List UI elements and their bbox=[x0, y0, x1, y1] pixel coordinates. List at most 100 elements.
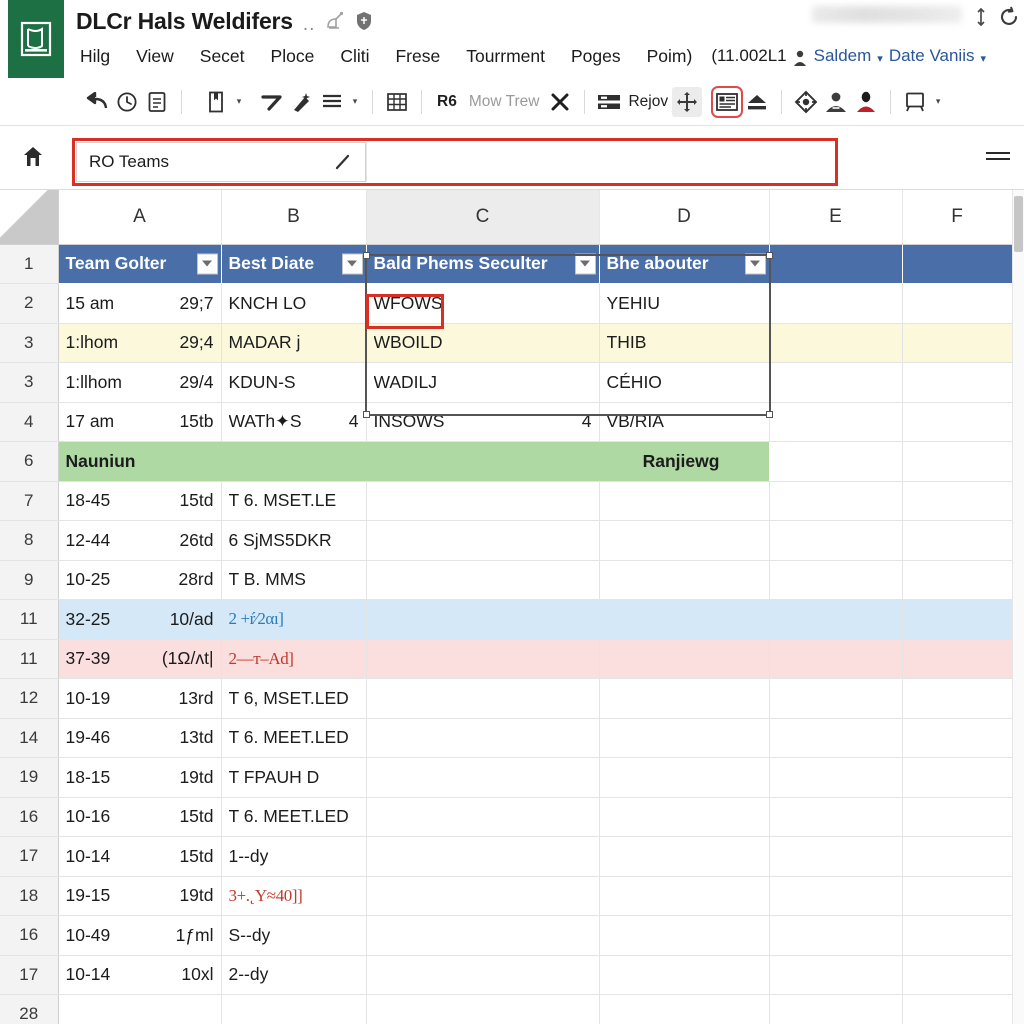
cell-a[interactable]: 1:lhom 29;4 bbox=[58, 323, 222, 363]
cell-b[interactable]: 2 +ŕ⁄2αı] bbox=[221, 599, 367, 640]
cell-f[interactable] bbox=[902, 639, 1013, 679]
cell-c[interactable]: WBOILD bbox=[366, 323, 600, 363]
cell-f[interactable] bbox=[902, 836, 1013, 877]
column-header-a[interactable]: A bbox=[58, 190, 222, 245]
menu-item-6[interactable]: Tourrment bbox=[453, 46, 558, 67]
cell-b[interactable]: 6 SјMS5DKR bbox=[221, 520, 367, 561]
cell-e[interactable] bbox=[769, 402, 903, 442]
row-header[interactable]: 3 bbox=[0, 323, 59, 363]
cell-c[interactable] bbox=[366, 718, 600, 758]
user-group-icon[interactable] bbox=[821, 87, 851, 117]
cell-a[interactable]: 12-44 26td bbox=[58, 520, 222, 561]
row-header[interactable]: 2 bbox=[0, 283, 59, 324]
chevron-down-icon-board[interactable]: ▾ bbox=[930, 88, 946, 116]
cell-e[interactable] bbox=[769, 678, 903, 719]
cell-a[interactable]: 37-39 (1Ω/ʌt| bbox=[58, 639, 222, 679]
sort-updown-icon[interactable] bbox=[970, 6, 992, 28]
row-header[interactable]: 18 bbox=[0, 876, 59, 916]
menu-item-7[interactable]: Poges bbox=[558, 46, 634, 67]
row-header[interactable]: 1 bbox=[0, 244, 59, 284]
cell-f[interactable] bbox=[902, 481, 1013, 521]
column-header-d[interactable]: D bbox=[599, 190, 770, 245]
cell-e[interactable] bbox=[769, 915, 903, 956]
cell-f[interactable] bbox=[902, 955, 1013, 995]
cell-b[interactable]: S--dy bbox=[221, 915, 367, 956]
cell-c[interactable] bbox=[366, 955, 600, 995]
cell-c[interactable] bbox=[366, 757, 600, 798]
cell-e[interactable] bbox=[769, 757, 903, 798]
table-row[interactable]: 6 Nauniun Ranјiewg bbox=[0, 441, 1013, 482]
cell-b[interactable]: 3+.˛Y≈40]] bbox=[221, 876, 367, 916]
cell-a[interactable]: 17 am 15tb bbox=[58, 402, 222, 442]
row-header[interactable]: 19 bbox=[0, 757, 59, 798]
bookmark-icon[interactable] bbox=[201, 87, 231, 117]
cell-b[interactable]: KDUN-S bbox=[221, 362, 367, 403]
chevron-down-icon-2[interactable]: ▾ bbox=[981, 52, 987, 65]
cell-d[interactable] bbox=[599, 994, 770, 1024]
cell-d[interactable] bbox=[599, 915, 770, 956]
filter-dropdown-icon[interactable] bbox=[574, 253, 596, 275]
table-row[interactable]: 8 12-44 26td 6 SјMS5DKR bbox=[0, 520, 1013, 561]
table-header-cell-c[interactable]: Bald Phems Seculter bbox=[366, 244, 600, 284]
cell-e[interactable] bbox=[769, 599, 903, 640]
list-rows-icon[interactable] bbox=[594, 87, 624, 117]
table-row[interactable]: 3 1:llhom 29/4 KDUN-S WADILJ CÉHIO bbox=[0, 362, 1013, 403]
arrow-nav-icon[interactable] bbox=[257, 87, 287, 117]
table-row[interactable]: 3 1:lhom 29;4 MADAR j WBOILD THIB bbox=[0, 323, 1013, 363]
cell-f[interactable] bbox=[902, 402, 1013, 442]
home-icon[interactable] bbox=[22, 145, 44, 169]
cell-b[interactable] bbox=[221, 994, 367, 1024]
cell-c[interactable]: WFOWS bbox=[366, 283, 600, 324]
menu-item-8[interactable]: Poim) bbox=[634, 46, 706, 67]
cell-e[interactable] bbox=[769, 955, 903, 995]
table-row[interactable]: 11 37-39 (1Ω/ʌt| 2—т–Ad] bbox=[0, 639, 1013, 679]
cell-e[interactable] bbox=[769, 441, 903, 482]
cell-f[interactable] bbox=[902, 718, 1013, 758]
empty-cell-f[interactable] bbox=[902, 244, 1013, 284]
table-row[interactable]: 18 19-15 19td 3+.˛Y≈40]] bbox=[0, 876, 1013, 916]
cell-b[interactable]: 1--dy bbox=[221, 836, 367, 877]
cell-b[interactable]: WATh✦S 4 bbox=[221, 402, 367, 442]
row-header[interactable]: 11 bbox=[0, 599, 59, 640]
cell-d[interactable] bbox=[599, 797, 770, 837]
table-row[interactable]: 2 15 am 29;7 KNCH LO WFOWS YEHIU bbox=[0, 283, 1013, 324]
clipboard-icon[interactable] bbox=[142, 87, 172, 117]
cell-d[interactable] bbox=[599, 678, 770, 719]
cell-e[interactable] bbox=[769, 481, 903, 521]
cell-d[interactable] bbox=[599, 757, 770, 798]
note-lines-icon[interactable] bbox=[711, 85, 744, 118]
cell-d[interactable] bbox=[599, 876, 770, 916]
cell-f[interactable] bbox=[902, 994, 1013, 1024]
cell-d[interactable] bbox=[599, 599, 770, 640]
cell-c[interactable] bbox=[366, 915, 600, 956]
table-row[interactable]: 17 10-14 10хl 2--dy bbox=[0, 955, 1013, 995]
cell-b[interactable]: KNCH LO bbox=[221, 283, 367, 324]
cell-b[interactable]: T B. MMS bbox=[221, 560, 367, 600]
cell-c[interactable] bbox=[366, 441, 599, 482]
cell-b[interactable]: 2—т–Ad] bbox=[221, 639, 367, 679]
table-header-cell-d[interactable]: Bhe abouter bbox=[599, 244, 770, 284]
cell-c[interactable] bbox=[366, 520, 600, 561]
cell-e[interactable] bbox=[769, 994, 903, 1024]
cell-b[interactable]: T FPAUH D bbox=[221, 757, 367, 798]
table-row[interactable]: 17 10-14 15td 1--dy bbox=[0, 836, 1013, 877]
cell-b[interactable]: 2--dy bbox=[221, 955, 367, 995]
menu-link-date-vaniis[interactable]: Date Vaniis bbox=[889, 46, 975, 66]
filter-dropdown-icon[interactable] bbox=[196, 253, 218, 275]
cell-f[interactable] bbox=[902, 599, 1013, 640]
target-diamond-icon[interactable] bbox=[791, 87, 821, 117]
cell-b[interactable]: T 6. MSET.LE bbox=[221, 481, 367, 521]
column-header-f[interactable]: F bbox=[902, 190, 1013, 245]
cell-d[interactable]: Ranјiewg bbox=[599, 441, 769, 482]
cell-f[interactable] bbox=[902, 757, 1013, 798]
cell-f[interactable] bbox=[902, 520, 1013, 561]
menu-item-3[interactable]: Ploce bbox=[258, 46, 328, 67]
close-x-icon[interactable] bbox=[545, 87, 575, 117]
cell-e[interactable] bbox=[769, 797, 903, 837]
column-header-e[interactable]: E bbox=[769, 190, 903, 245]
table-row[interactable]: 16 10-49 1ƒml S--dy bbox=[0, 915, 1013, 956]
table-row[interactable]: 7 18-45 15td T 6. MSET.LE bbox=[0, 481, 1013, 521]
cell-c[interactable]: WADILJ bbox=[366, 362, 600, 403]
cell-d[interactable] bbox=[599, 520, 770, 561]
table-row[interactable]: 28 bbox=[0, 994, 1013, 1024]
